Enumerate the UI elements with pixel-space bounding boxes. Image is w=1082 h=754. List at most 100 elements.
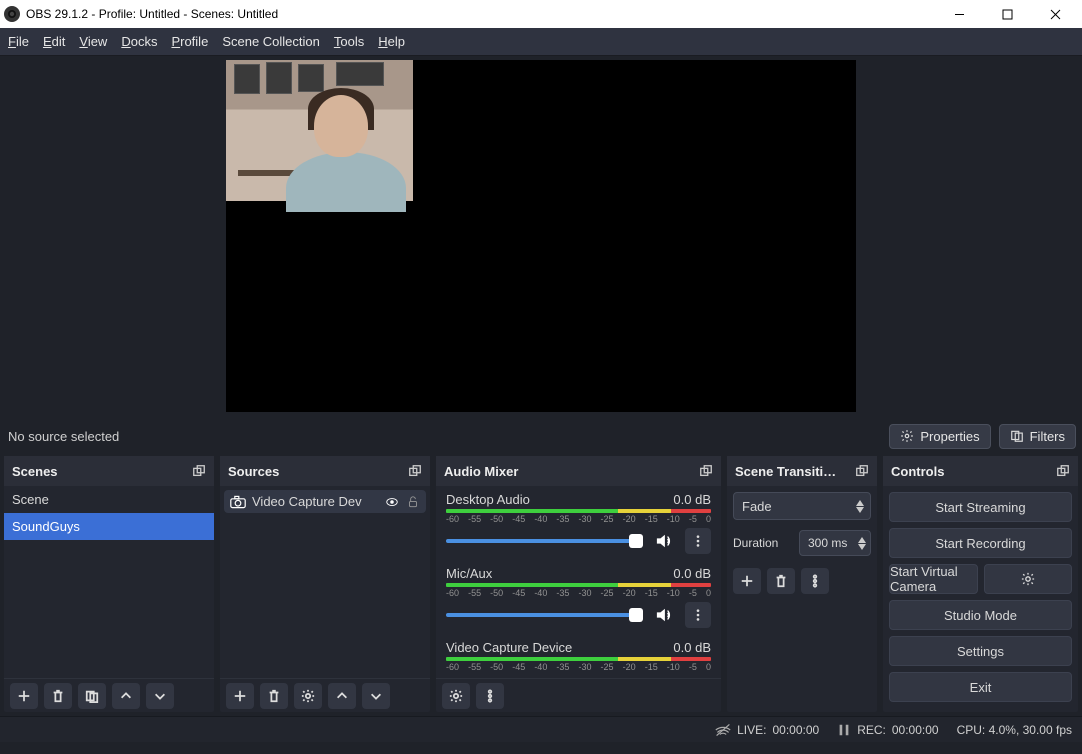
duration-spinbox[interactable]: 300 ms <box>799 530 871 556</box>
channel-options-button[interactable] <box>685 602 711 628</box>
menubar: File Edit View Docks Profile Scene Colle… <box>0 28 1082 56</box>
transition-select[interactable]: Fade <box>733 492 871 520</box>
eye-icon[interactable] <box>384 495 400 509</box>
add-transition-button[interactable] <box>733 568 761 594</box>
properties-button[interactable]: Properties <box>889 424 990 449</box>
channel-level: 0.0 dB <box>673 640 711 655</box>
speaker-icon <box>655 533 673 549</box>
source-toolbar: No source selected Properties Filters <box>0 416 1082 456</box>
source-label: Video Capture Dev <box>252 494 378 509</box>
menu-profile[interactable]: Profile <box>171 34 208 49</box>
source-properties-button[interactable] <box>294 683 322 709</box>
titlebar: OBS 29.1.2 - Profile: Untitled - Scenes:… <box>0 0 1082 28</box>
popout-icon[interactable] <box>192 464 206 478</box>
meter-ticks: -60-55-50-45-40-35-30-25-20-15-10-50 <box>446 514 711 524</box>
controls-title: Controls <box>891 464 944 479</box>
scenes-dock: Scenes Scene SoundGuys <box>4 456 214 712</box>
window-title: OBS 29.1.2 - Profile: Untitled - Scenes:… <box>26 7 944 21</box>
rec-label: REC: <box>857 723 886 737</box>
menu-edit[interactable]: Edit <box>43 34 65 49</box>
menu-view[interactable]: View <box>79 34 107 49</box>
scene-filters-button[interactable] <box>78 683 106 709</box>
pause-icon <box>837 723 851 737</box>
recording-status: REC: 00:00:00 <box>837 723 938 737</box>
transitions-dock: Scene Transiti… Fade Duration 300 ms <box>727 456 877 712</box>
remove-source-button[interactable] <box>260 683 288 709</box>
source-item[interactable]: Video Capture Dev <box>224 490 426 513</box>
mixer-channel: Mic/Aux 0.0 dB -60-55-50-45-40-35-30-25-… <box>446 566 711 628</box>
mixer-channel: Video Capture Device 0.0 dB -60-55-50-45… <box>446 640 711 672</box>
move-scene-up-button[interactable] <box>112 683 140 709</box>
preview-canvas[interactable] <box>226 60 856 412</box>
channel-level: 0.0 dB <box>673 566 711 581</box>
meter-ticks: -60-55-50-45-40-35-30-25-20-15-10-50 <box>446 588 711 598</box>
channel-name: Mic/Aux <box>446 566 492 581</box>
rec-time: 00:00:00 <box>892 723 939 737</box>
transition-properties-button[interactable] <box>801 568 829 594</box>
menu-help[interactable]: Help <box>378 34 405 49</box>
start-streaming-button[interactable]: Start Streaming <box>889 492 1072 522</box>
channel-name: Desktop Audio <box>446 492 530 507</box>
menu-file[interactable]: File <box>8 34 29 49</box>
scene-item[interactable]: SoundGuys <box>4 513 214 540</box>
move-source-down-button[interactable] <box>362 683 390 709</box>
live-time: 00:00:00 <box>772 723 819 737</box>
menu-scene-collection[interactable]: Scene Collection <box>222 34 320 49</box>
camera-icon <box>230 495 246 509</box>
video-capture-thumbnail[interactable] <box>226 60 413 201</box>
add-scene-button[interactable] <box>10 683 38 709</box>
remove-transition-button[interactable] <box>767 568 795 594</box>
studio-mode-button[interactable]: Studio Mode <box>889 600 1072 630</box>
mixer-channel: Desktop Audio 0.0 dB -60-55-50-45-40-35-… <box>446 492 711 554</box>
add-source-button[interactable] <box>226 683 254 709</box>
mute-button[interactable] <box>651 528 677 554</box>
lock-icon[interactable] <box>406 495 420 509</box>
popout-icon[interactable] <box>408 464 422 478</box>
speaker-icon <box>655 607 673 623</box>
minimize-button[interactable] <box>944 2 974 26</box>
signal-icon <box>715 723 731 737</box>
meter-ticks: -60-55-50-45-40-35-30-25-20-15-10-50 <box>446 662 711 672</box>
cpu-status: CPU: 4.0%, 30.00 fps <box>957 723 1072 737</box>
connection-status: LIVE: 00:00:00 <box>715 723 819 737</box>
chevron-updown-icon <box>856 500 864 513</box>
menu-docks[interactable]: Docks <box>121 34 157 49</box>
move-scene-down-button[interactable] <box>146 683 174 709</box>
mixer-menu-button[interactable] <box>476 683 504 709</box>
audio-meter <box>446 657 711 661</box>
gear-icon <box>1021 572 1035 586</box>
popout-icon[interactable] <box>699 464 713 478</box>
popout-icon[interactable] <box>1056 464 1070 478</box>
start-virtual-camera-button[interactable]: Start Virtual Camera <box>889 564 978 594</box>
channel-name: Video Capture Device <box>446 640 572 655</box>
audio-meter <box>446 509 711 513</box>
audio-mixer-dock: Audio Mixer Desktop Audio 0.0 dB -60-55-… <box>436 456 721 712</box>
mute-button[interactable] <box>651 602 677 628</box>
preview-area <box>0 56 1082 416</box>
statusbar: LIVE: 00:00:00 REC: 00:00:00 CPU: 4.0%, … <box>0 716 1082 742</box>
filters-button[interactable]: Filters <box>999 424 1076 449</box>
popout-icon[interactable] <box>855 464 869 478</box>
menu-tools[interactable]: Tools <box>334 34 364 49</box>
close-button[interactable] <box>1040 2 1070 26</box>
volume-slider[interactable] <box>446 539 643 543</box>
sources-title: Sources <box>228 464 279 479</box>
volume-slider[interactable] <box>446 613 643 617</box>
mixer-title: Audio Mixer <box>444 464 518 479</box>
scene-item[interactable]: Scene <box>4 486 214 513</box>
start-recording-button[interactable]: Start Recording <box>889 528 1072 558</box>
obs-logo-icon <box>4 6 20 22</box>
channel-options-button[interactable] <box>685 528 711 554</box>
scenes-title: Scenes <box>12 464 58 479</box>
controls-dock: Controls Start Streaming Start Recording… <box>883 456 1078 712</box>
exit-button[interactable]: Exit <box>889 672 1072 702</box>
settings-button[interactable]: Settings <box>889 636 1072 666</box>
selected-source-status: No source selected <box>8 429 119 444</box>
move-source-up-button[interactable] <box>328 683 356 709</box>
virtual-camera-settings-button[interactable] <box>984 564 1073 594</box>
audio-meter <box>446 583 711 587</box>
filters-icon <box>1010 429 1024 443</box>
remove-scene-button[interactable] <box>44 683 72 709</box>
maximize-button[interactable] <box>992 2 1022 26</box>
mixer-settings-button[interactable] <box>442 683 470 709</box>
